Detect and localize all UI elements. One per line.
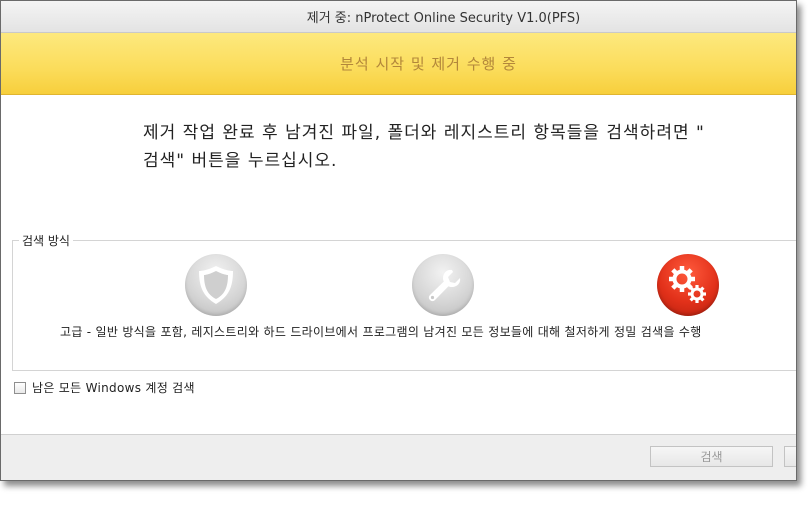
- advanced-mode-option[interactable]: [657, 254, 719, 316]
- safe-mode-option[interactable]: [185, 254, 247, 316]
- instruction-line-2: 검색" 버튼을 누르십시오.: [143, 151, 338, 171]
- search-method-legend: 검색 방식: [19, 232, 73, 249]
- wrench-icon: [428, 269, 461, 302]
- instruction-text: 제거 작업 완료 후 남겨진 파일, 폴더와 레지스트리 항목들을 검색하려면 …: [143, 119, 783, 175]
- all-accounts-checkbox-row[interactable]: 남은 모든 Windows 계정 검색: [14, 379, 195, 396]
- search-mode-description: 고급 - 일반 방식을 포함, 레지스트리와 하드 드라이브에서 프로그램의 남…: [60, 325, 702, 339]
- gears-icon: [669, 266, 706, 303]
- banner-text: 분석 시작 및 제거 수행 중: [340, 55, 517, 73]
- all-accounts-checkbox-label[interactable]: 남은 모든 Windows 계정 검색: [32, 379, 195, 396]
- shield-icon: [199, 266, 233, 304]
- uninstaller-window: 제거 중: nProtect Online Security V1.0(PFS)…: [0, 0, 797, 481]
- title-bar[interactable]: 제거 중: nProtect Online Security V1.0(PFS): [1, 1, 796, 33]
- search-button[interactable]: 검색: [650, 446, 773, 467]
- window-title: 제거 중: nProtect Online Security V1.0(PFS): [306, 11, 581, 26]
- instruction-line-1: 제거 작업 완료 후 남겨진 파일, 폴더와 레지스트리 항목들을 검색하려면 …: [143, 123, 705, 143]
- all-accounts-checkbox[interactable]: [14, 381, 26, 394]
- next-button-partial[interactable]: [784, 446, 796, 467]
- moderate-mode-option[interactable]: [412, 254, 474, 316]
- status-banner: 분석 시작 및 제거 수행 중: [1, 33, 796, 95]
